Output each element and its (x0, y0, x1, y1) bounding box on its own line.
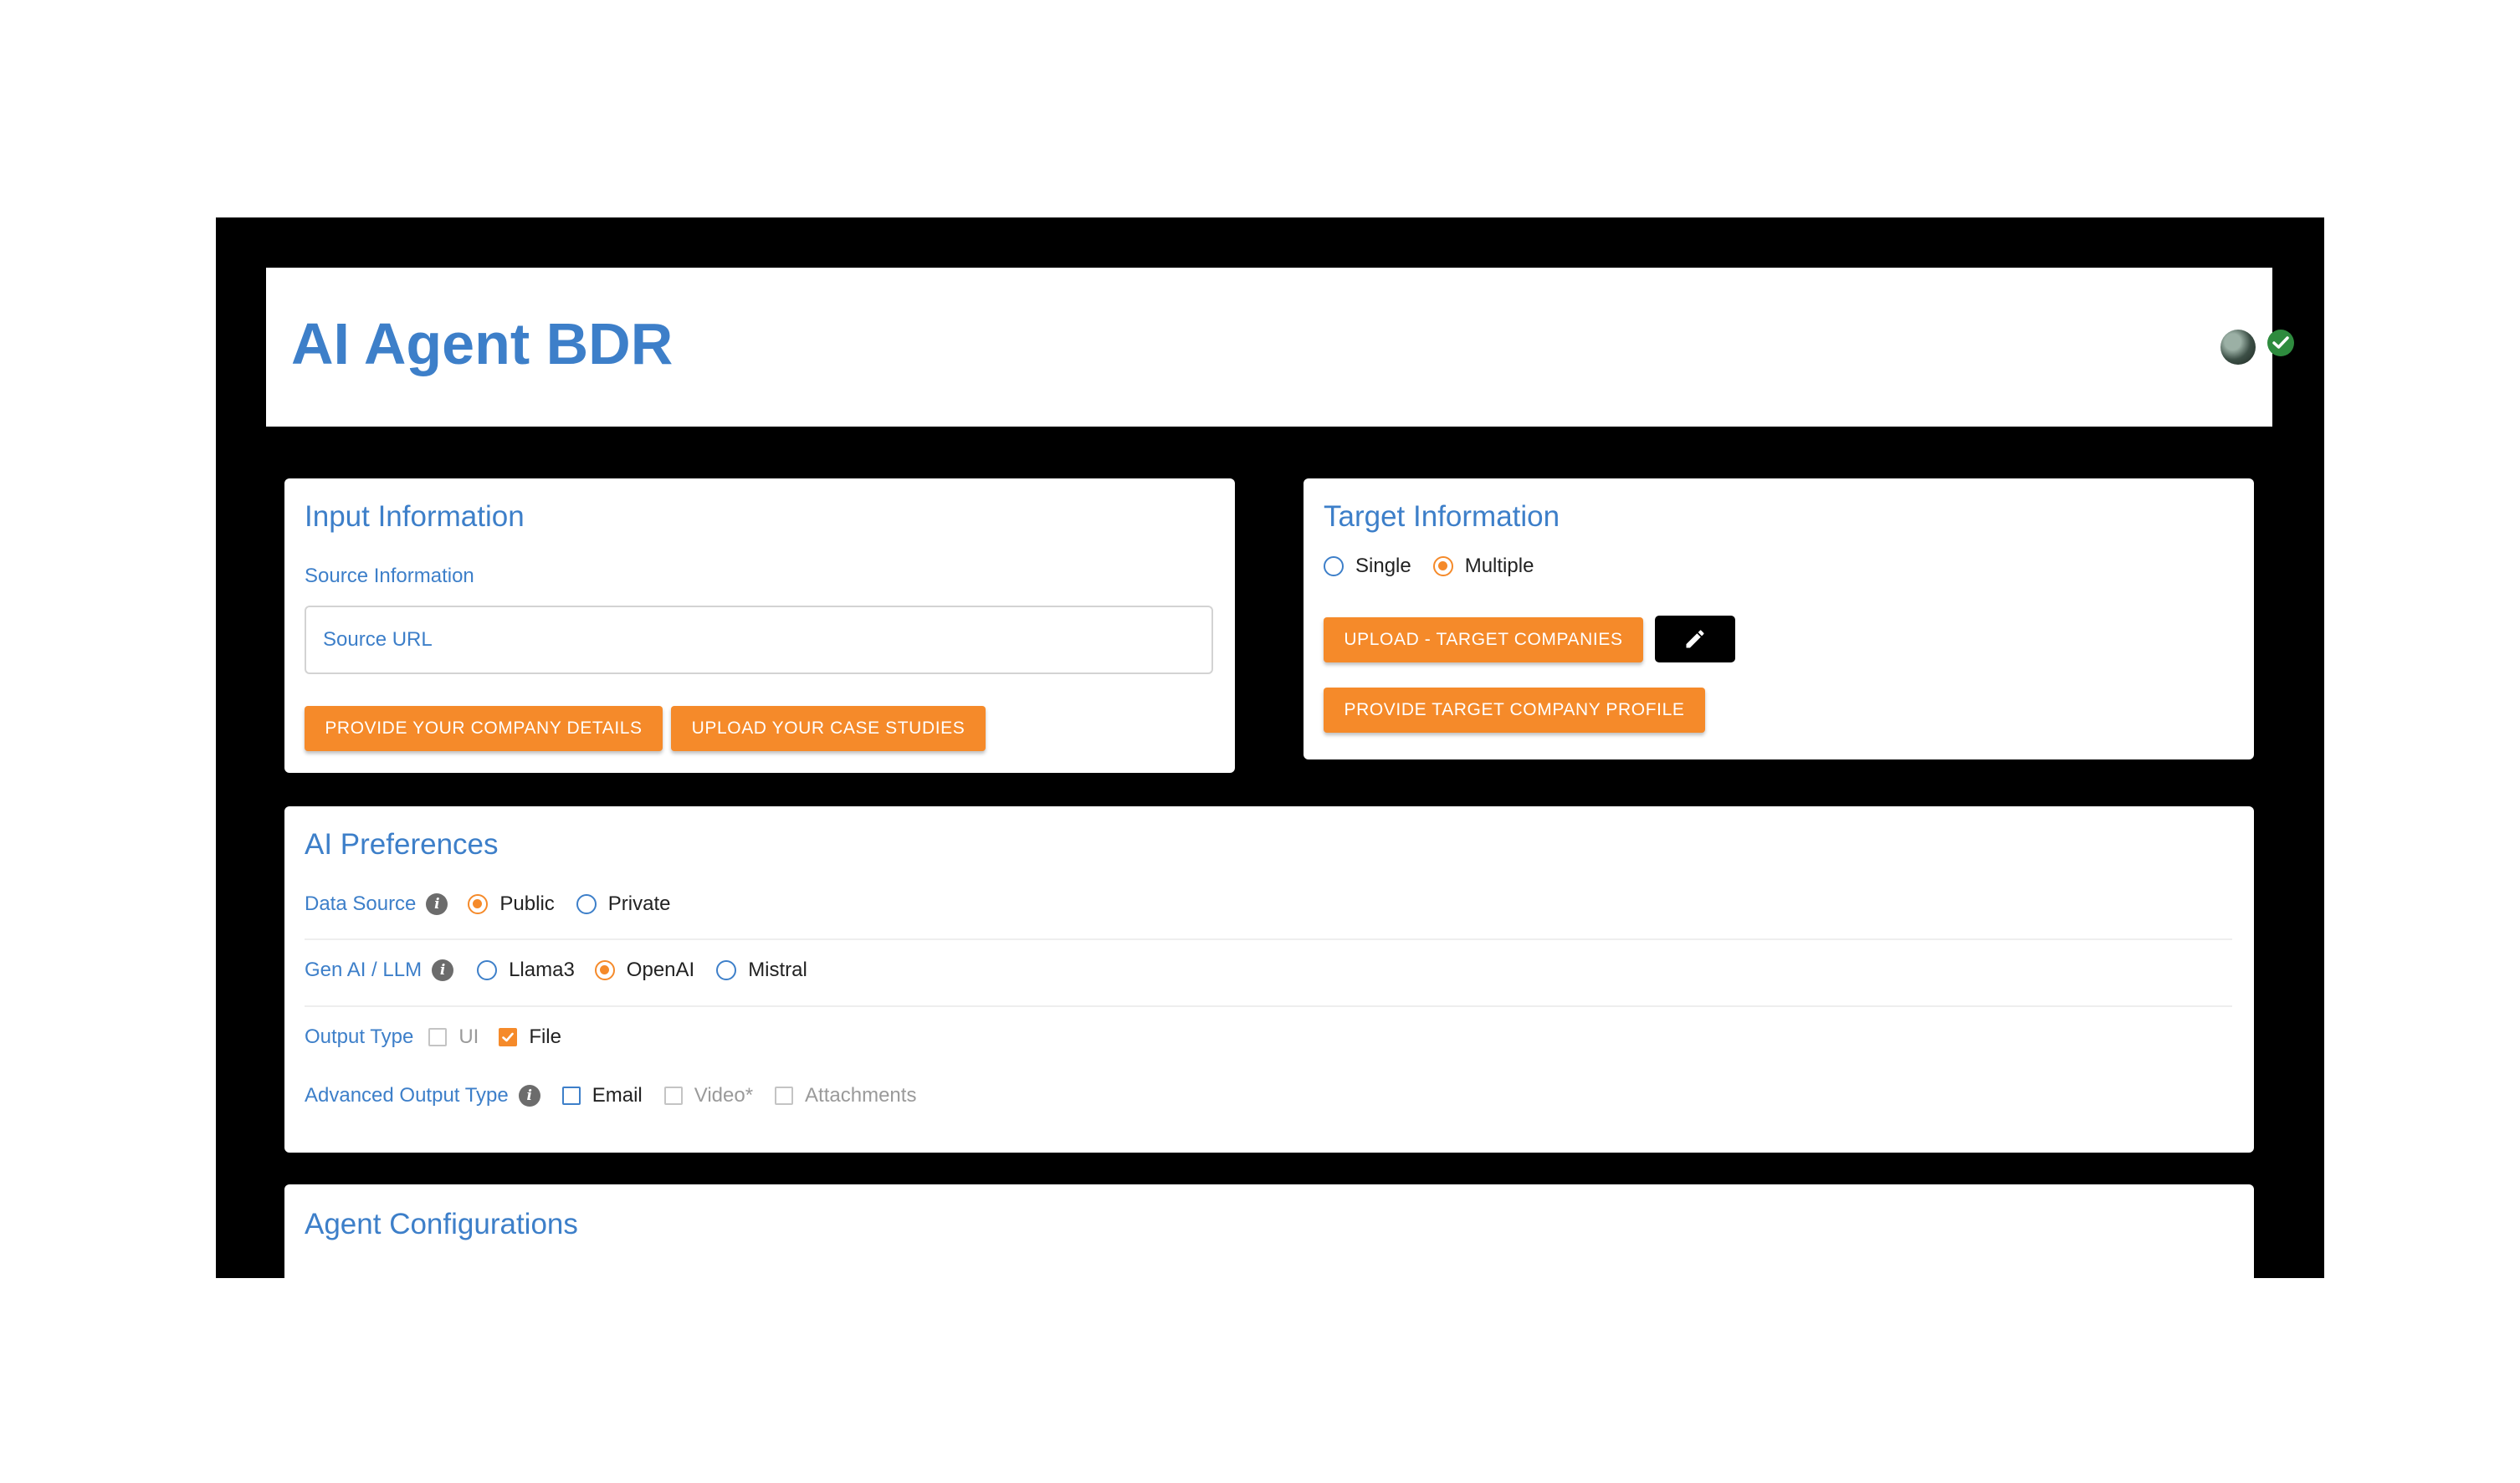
radio-label-public: Public (499, 892, 555, 915)
input-information-title: Input Information (305, 500, 525, 533)
info-icon[interactable]: i (432, 959, 454, 981)
input-information-card: Input Information Source Information PRO… (284, 478, 1235, 773)
checkbox-video[interactable] (663, 1087, 683, 1105)
checkbox-label-email: Email (592, 1084, 643, 1107)
pencil-icon (1686, 630, 1704, 648)
checkbox-file[interactable] (499, 1028, 518, 1046)
provide-target-profile-button[interactable]: PROVIDE TARGET COMPANY PROFILE (1324, 688, 1705, 733)
checkbox-label-video: Video* (694, 1084, 754, 1107)
checkbox-attachments[interactable] (775, 1087, 794, 1105)
info-icon[interactable]: i (426, 893, 448, 915)
gen-ai-label: Gen AI / LLM (305, 959, 423, 981)
radio-label-single: Single (1355, 555, 1411, 577)
upload-case-studies-button[interactable]: UPLOAD YOUR CASE STUDIES (671, 706, 986, 751)
info-icon[interactable]: i (518, 1085, 540, 1107)
radio-openai[interactable] (594, 960, 615, 980)
agent-configurations-card: Agent Configurations (284, 1184, 2254, 1278)
radio-public[interactable] (468, 894, 489, 914)
radio-private[interactable] (576, 894, 597, 914)
radio-mistral[interactable] (716, 960, 737, 980)
output-type-row: Output Type UI File (305, 1020, 561, 1054)
checkbox-option-email[interactable]: Email (561, 1084, 643, 1107)
checkmark-icon (502, 1032, 515, 1042)
advanced-output-label: Advanced Output Type (305, 1084, 509, 1107)
radio-option-multiple[interactable]: Multiple (1432, 555, 1534, 578)
radio-option-public[interactable]: Public (468, 892, 555, 916)
source-url-input[interactable] (305, 606, 1213, 674)
checkbox-option-file[interactable]: File (499, 1025, 561, 1049)
checkbox-label-attachments: Attachments (805, 1084, 917, 1107)
radio-label-mistral: Mistral (748, 959, 807, 981)
checkbox-label-file: File (529, 1025, 561, 1048)
radio-option-llama3[interactable]: Llama3 (477, 959, 575, 982)
radio-option-openai[interactable]: OpenAI (594, 959, 695, 982)
checkbox-option-ui[interactable]: UI (428, 1025, 479, 1049)
app-frame: AI Agent BDR Input Information Source In… (216, 217, 2324, 1278)
target-information-card: Target Information Single Multiple UPLOA… (1304, 478, 2254, 759)
ai-preferences-title: AI Preferences (305, 828, 499, 861)
checkbox-option-attachments[interactable]: Attachments (775, 1084, 916, 1107)
provide-company-details-button[interactable]: PROVIDE YOUR COMPANY DETAILS (305, 706, 663, 751)
upload-target-companies-button[interactable]: UPLOAD - TARGET COMPANIES (1324, 617, 1643, 662)
radio-multiple[interactable] (1432, 556, 1453, 576)
advanced-output-row: Advanced Output Type i Email Video* Atta… (305, 1079, 916, 1112)
output-type-label: Output Type (305, 1025, 414, 1048)
radio-label-openai: OpenAI (626, 959, 695, 981)
radio-single[interactable] (1324, 556, 1344, 576)
checkbox-option-video[interactable]: Video* (663, 1084, 754, 1107)
checkbox-label-ui: UI (458, 1025, 479, 1048)
check-circle-icon (2267, 330, 2294, 356)
source-information-label: Source Information (305, 565, 474, 587)
app-header: AI Agent BDR (266, 268, 2294, 427)
user-avatar-icon[interactable] (2220, 330, 2256, 365)
agent-configurations-title: Agent Configurations (305, 1208, 578, 1240)
radio-option-single[interactable]: Single (1324, 555, 1411, 578)
app-title: AI Agent BDR (291, 311, 674, 376)
radio-option-mistral[interactable]: Mistral (716, 959, 807, 982)
ai-preferences-card: AI Preferences Data Source i Public Priv… (284, 806, 2254, 1153)
divider (305, 1005, 2232, 1007)
target-mode-radio-group: Single Multiple (1324, 550, 1534, 583)
target-information-title: Target Information (1324, 500, 1560, 533)
radio-llama3[interactable] (477, 960, 498, 980)
data-source-row: Data Source i Public Private (305, 887, 670, 921)
radio-label-private: Private (607, 892, 671, 915)
radio-label-llama3: Llama3 (509, 959, 575, 981)
checkbox-ui[interactable] (428, 1028, 448, 1046)
radio-option-private[interactable]: Private (576, 892, 671, 916)
checkbox-email[interactable] (561, 1087, 581, 1105)
gen-ai-row: Gen AI / LLM i Llama3 OpenAI Mistral (305, 954, 807, 987)
data-source-label: Data Source (305, 892, 417, 915)
divider (305, 938, 2232, 940)
edit-targets-button[interactable] (1655, 616, 1735, 662)
radio-label-multiple: Multiple (1464, 555, 1534, 577)
